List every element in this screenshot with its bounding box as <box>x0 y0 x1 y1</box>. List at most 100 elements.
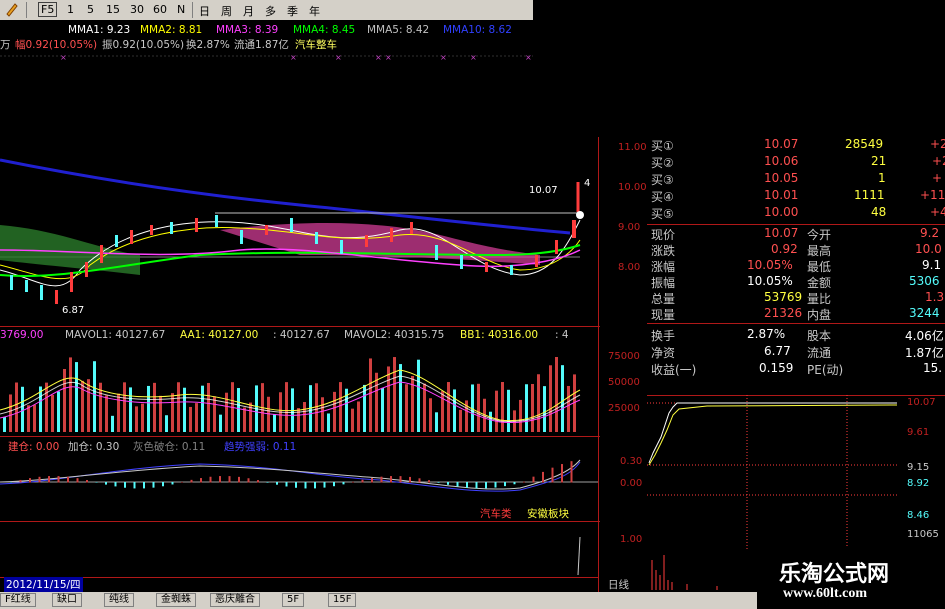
indicator-bar <box>409 476 411 483</box>
kline-chart[interactable]: × × × × × × × × <box>0 50 600 320</box>
tab-5f[interactable]: 5F <box>282 593 305 607</box>
indicator-bar <box>304 482 307 489</box>
intraday-axis-915: 9.15 <box>907 462 930 473</box>
indicator-bar <box>209 476 212 483</box>
stat-label: 内盘 <box>807 308 832 322</box>
indicator-bar <box>342 482 345 485</box>
volume-bar <box>561 365 564 432</box>
stat-label: 振幅 <box>651 276 676 290</box>
indicator-bar <box>295 482 297 488</box>
mma4-label: MMA4: 8.45 <box>293 24 356 36</box>
svg-text:×: × <box>290 53 297 62</box>
intraday-axis-892: 8.92 <box>907 478 930 489</box>
svg-text:×: × <box>525 53 532 62</box>
tab-jinzhizhu[interactable]: 金蜘蛛 <box>156 593 196 607</box>
high-marker-label: 4 <box>584 178 591 189</box>
bid-row-3: 买③ 10.05 1 + <box>647 171 945 187</box>
indicator-bar <box>76 478 79 483</box>
indicator-bar <box>86 479 88 483</box>
volume-bar <box>375 372 378 432</box>
bid-row-4: 买④ 10.01 1111 +11 <box>647 188 945 204</box>
volume-bar <box>123 382 126 432</box>
stat-value: 53769 <box>764 290 803 304</box>
volume-bar <box>525 384 528 432</box>
tab-beihuan[interactable]: 恶庆離合 <box>210 593 260 607</box>
volume-bar <box>339 382 342 432</box>
bid-row-5: 买⑤ 10.00 48 +4 <box>647 205 945 221</box>
tb-month[interactable]: 月 <box>243 3 254 19</box>
volume-bar <box>393 357 396 432</box>
stat-row-3: 涨幅 10.05% 最低 9.1 <box>647 258 945 274</box>
stat-value: 5306 <box>909 274 940 288</box>
indicator-bar <box>428 480 430 483</box>
indicator-bar <box>95 482 98 483</box>
volume-bar <box>507 389 510 432</box>
volume-bar <box>441 391 444 432</box>
tb-day[interactable]: 日 <box>199 3 210 19</box>
volume-bar <box>207 382 210 432</box>
indicator-bar <box>323 482 326 488</box>
volume-bar <box>129 387 132 432</box>
extra-value: 4.06亿 <box>905 329 944 343</box>
tb-30min[interactable]: 30 <box>130 3 144 16</box>
indicator-bar <box>494 482 497 488</box>
svg-text:×: × <box>375 53 382 62</box>
tab-chunxian[interactable]: 纯线 <box>104 593 134 607</box>
volume-bar <box>495 390 498 432</box>
tab-hongxian[interactable]: F红线 <box>0 593 36 607</box>
volume-bar <box>195 403 198 432</box>
volume-bar <box>429 398 432 432</box>
indicator-bar <box>570 461 573 483</box>
tb-5min[interactable]: 5 <box>87 3 94 16</box>
extra-label: 净资 <box>651 346 676 360</box>
volume-bar <box>447 382 450 432</box>
volume-bar <box>111 415 114 432</box>
tab-quekou[interactable]: 缺口 <box>52 593 82 607</box>
indicator-bar <box>314 482 316 489</box>
price-axis-11: 11.00 <box>618 142 647 153</box>
svg-text:×: × <box>440 53 447 62</box>
indicator-bar <box>437 482 440 483</box>
watermark-url: www.60lt.com <box>783 586 867 601</box>
indicator-bar <box>504 482 506 487</box>
tb-n[interactable]: N <box>177 3 185 16</box>
volume-bar <box>543 386 546 432</box>
bid-vol: 1 <box>878 171 886 185</box>
bid-price: 10.06 <box>764 154 799 168</box>
tb-60min[interactable]: 60 <box>153 3 167 16</box>
volume-bar <box>273 414 276 432</box>
volume-bar <box>303 402 306 432</box>
volume-bar <box>69 357 72 432</box>
extra-value: 6.77 <box>764 344 791 358</box>
stat-label: 最低 <box>807 260 832 274</box>
intraday-axis-1007: 10.07 <box>907 397 936 408</box>
volume-bar <box>33 404 36 432</box>
period-label: 日线 <box>608 579 629 591</box>
price-axis-9: 9.00 <box>618 222 641 233</box>
vol-axis-75000: 75000 <box>608 351 640 362</box>
stat-row-4: 振幅 10.05% 金额 5306 <box>647 274 945 290</box>
indicator-bar <box>466 482 468 488</box>
tb-f5[interactable]: F5 <box>38 2 58 17</box>
tb-1min[interactable]: 1 <box>67 3 74 16</box>
indicator-bar <box>532 476 535 483</box>
stat-value: 9.1 <box>922 258 942 272</box>
tb-15min[interactable]: 15 <box>106 3 120 16</box>
watermark: 乐淘公式网 www.60lt.com <box>757 548 945 609</box>
volume-bar <box>117 393 120 432</box>
tb-week[interactable]: 周 <box>221 3 232 19</box>
tb-multi[interactable]: 多 <box>265 3 276 19</box>
pen-icon[interactable] <box>4 1 20 20</box>
indicator-bar <box>200 478 202 483</box>
indicator-bar <box>181 481 183 483</box>
tb-quarter[interactable]: 季 <box>287 3 298 19</box>
tab-15f[interactable]: 15F <box>328 593 357 607</box>
tb-year[interactable]: 年 <box>309 3 320 19</box>
volume-bar <box>165 415 168 432</box>
extra-label: 股本 <box>807 329 832 343</box>
volume-bar <box>321 397 324 432</box>
stat-label: 现量 <box>651 308 676 322</box>
indicator-bar <box>19 479 22 483</box>
indicator-bar <box>551 467 554 483</box>
volume-chart <box>0 357 581 432</box>
